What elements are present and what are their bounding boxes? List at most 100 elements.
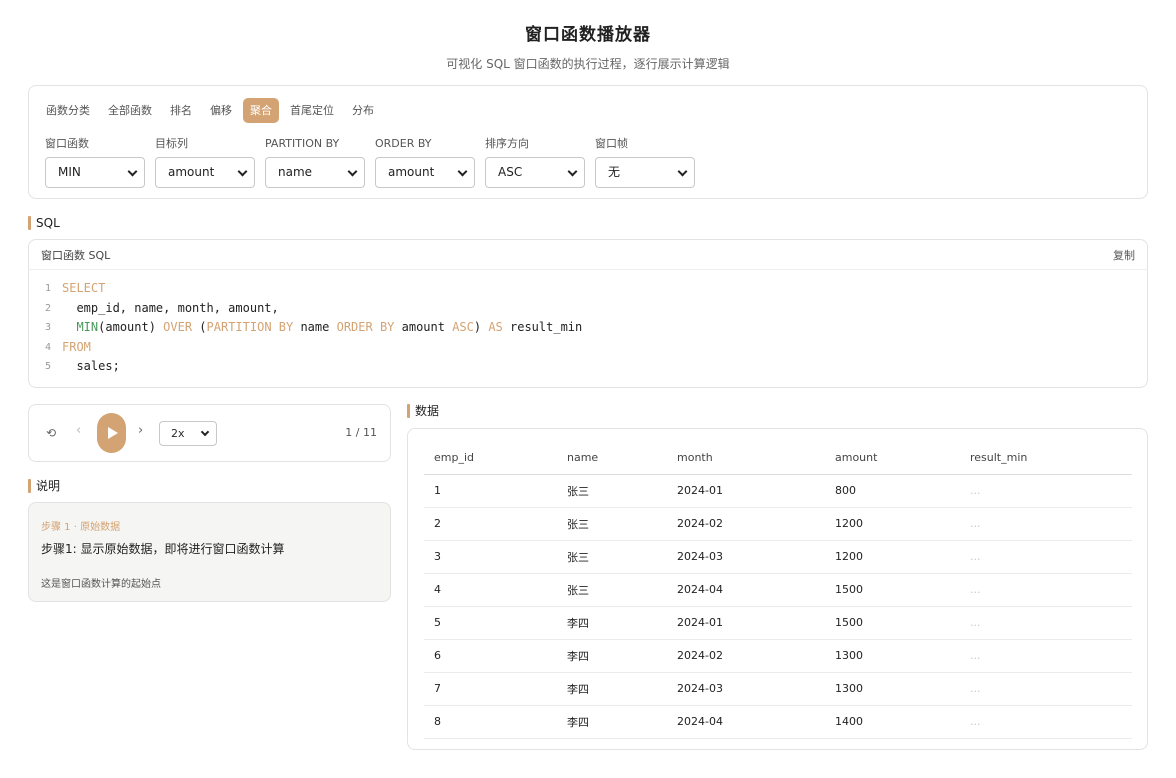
explain-section-label: 说明 — [28, 478, 60, 494]
sort-direction-value: ASC — [498, 165, 523, 179]
playback-controls: ⟲ ‹ › 2x 1 / 11 — [28, 404, 391, 462]
chevron-down-icon — [457, 166, 468, 177]
tab-all-functions[interactable]: 全部函数 — [101, 98, 159, 123]
table-cell: 张三 — [557, 474, 667, 508]
window-frame-label: 窗口帧 — [595, 137, 628, 150]
table-cell: 800 — [825, 474, 960, 508]
window-function-group: 窗口函数 MIN — [45, 137, 145, 188]
table-cell: 李四 — [557, 705, 667, 739]
chevron-down-icon — [200, 427, 210, 437]
speed-select[interactable]: 2x — [159, 421, 217, 446]
chevron-down-icon — [127, 166, 138, 177]
keyword: ASC — [452, 320, 474, 334]
order-by-select[interactable]: amount — [375, 157, 475, 188]
table-cell: ... — [960, 672, 1132, 706]
reset-icon[interactable]: ⟲ — [46, 426, 56, 440]
sql-panel-header: 窗口函数 SQL 复制 — [29, 240, 1147, 270]
table-cell: 1300 — [825, 639, 960, 673]
tab-offset[interactable]: 偏移 — [203, 98, 239, 123]
sql-panel-title: 窗口函数 SQL — [41, 248, 111, 262]
step-description: 步骤1: 显示原始数据，即将进行窗口函数计算 — [41, 542, 285, 556]
partition-by-select[interactable]: name — [265, 157, 365, 188]
keyword: PARTITION BY — [206, 320, 294, 334]
table-cell: ... — [960, 639, 1132, 673]
chevron-down-icon — [237, 166, 248, 177]
table-cell: 4 — [424, 573, 557, 607]
code-text: result_min — [502, 320, 583, 334]
table-cell: 1 — [424, 474, 557, 508]
selector-row: 窗口函数 MIN 目标列 amount PARTITION BY name OR… — [45, 137, 695, 188]
window-function-select[interactable]: MIN — [45, 157, 145, 188]
tab-first-last[interactable]: 首尾定位 — [283, 98, 341, 123]
table-cell: 1200 — [825, 507, 960, 541]
data-section-label: 数据 — [407, 403, 439, 419]
play-button[interactable] — [97, 413, 126, 453]
sql-code: 1 SELECT 2 emp_id, name, month, amount, … — [29, 270, 1147, 377]
function-name: MIN — [76, 320, 99, 334]
partition-by-value: name — [278, 165, 313, 179]
line-number: 3 — [44, 322, 51, 333]
table-cell: 2024-03 — [667, 672, 825, 706]
table-cell: 张三 — [557, 507, 667, 541]
table-cell: 2024-04 — [667, 705, 825, 739]
table-row: 6 李四 2024-02 1300 ... — [424, 639, 1132, 673]
partition-by-group: PARTITION BY name — [265, 137, 365, 188]
code-line: 5 sales; — [29, 357, 1147, 377]
code-text: amount — [394, 320, 453, 334]
table-cell: 2024-02 — [667, 507, 825, 541]
sort-direction-select[interactable]: ASC — [485, 157, 585, 188]
table-cell: 1200 — [825, 540, 960, 574]
window-frame-select[interactable]: 无 — [595, 157, 695, 188]
column-header: emp_id — [424, 441, 557, 475]
order-by-label: ORDER BY — [375, 137, 432, 150]
code-text: sales; — [62, 359, 120, 373]
data-table: emp_id name month amount result_min 1 张三… — [424, 441, 1132, 739]
table-cell: 张三 — [557, 573, 667, 607]
page-header: 窗口函数播放器 可视化 SQL 窗口函数的执行过程，逐行展示计算逻辑 — [0, 0, 1176, 84]
table-cell: 5 — [424, 606, 557, 640]
table-cell: 2024-01 — [667, 474, 825, 508]
tab-category-label: 函数分类 — [46, 104, 90, 117]
next-step-icon[interactable]: › — [138, 423, 143, 438]
tab-aggregate[interactable]: 聚合 — [243, 98, 279, 123]
page-title: 窗口函数播放器 — [525, 25, 651, 45]
target-column-value: amount — [168, 165, 215, 179]
table-cell: 1400 — [825, 705, 960, 739]
code-text: ) — [473, 320, 489, 334]
window-frame-group: 窗口帧 无 — [595, 137, 695, 188]
play-icon — [107, 427, 118, 439]
table-row: 4 张三 2024-04 1500 ... — [424, 573, 1132, 607]
keyword: OVER — [163, 320, 193, 334]
copy-button[interactable]: 复制 — [1113, 247, 1135, 263]
keyword: FROM — [62, 339, 91, 354]
table-cell: 1500 — [825, 573, 960, 607]
tab-distribution[interactable]: 分布 — [345, 98, 381, 123]
window-function-label: 窗口函数 — [45, 137, 89, 150]
column-header: month — [667, 441, 825, 475]
explanation-panel: 步骤 1 · 原始数据 步骤1: 显示原始数据，即将进行窗口函数计算 这是窗口函… — [28, 502, 391, 602]
tab-ranking[interactable]: 排名 — [163, 98, 199, 123]
code-line: 4 FROM — [29, 338, 1147, 358]
code-text: ( — [192, 320, 207, 334]
table-cell: ... — [960, 573, 1132, 607]
table-cell: 1300 — [825, 672, 960, 706]
step-title: 步骤 1 · 原始数据 — [41, 522, 121, 533]
line-number: 1 — [44, 283, 51, 294]
target-column-select[interactable]: amount — [155, 157, 255, 188]
keyword: AS — [488, 320, 503, 334]
table-cell: 2024-04 — [667, 573, 825, 607]
window-function-value: MIN — [58, 165, 81, 179]
prev-step-icon[interactable]: ‹ — [76, 423, 81, 438]
table-row: 8 李四 2024-04 1400 ... — [424, 705, 1132, 739]
speed-value: 2x — [171, 427, 185, 440]
table-row: 2 张三 2024-02 1200 ... — [424, 507, 1132, 541]
code-text: emp_id, name, month, amount, — [62, 300, 279, 315]
code-line: 1 SELECT — [29, 279, 1147, 299]
table-cell: 3 — [424, 540, 557, 574]
table-header-row: emp_id name month amount result_min — [424, 441, 1132, 475]
column-header: result_min — [960, 441, 1132, 475]
table-cell: 2024-03 — [667, 540, 825, 574]
sort-direction-label: 排序方向 — [485, 137, 529, 150]
code-text: (amount) — [98, 320, 164, 334]
